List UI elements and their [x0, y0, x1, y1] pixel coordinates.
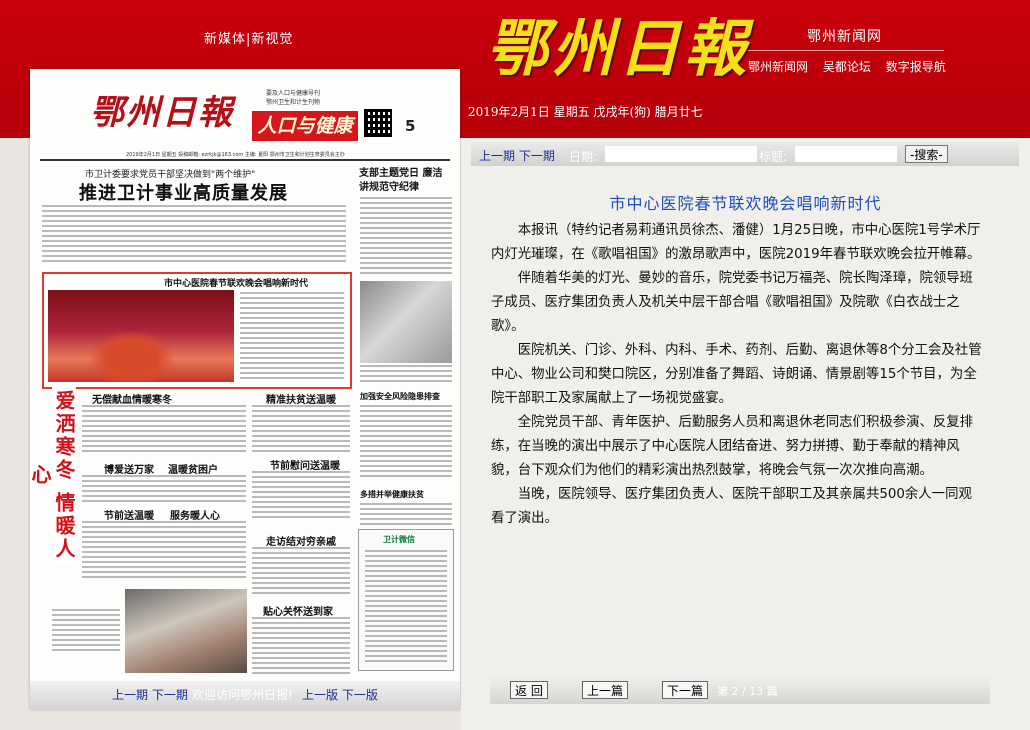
qr-code-icon: [364, 109, 392, 137]
subhead-boai[interactable]: 博爱送万家: [104, 461, 154, 476]
ad-text: [365, 550, 447, 662]
article-text-9[interactable]: [360, 405, 452, 477]
article-text-8[interactable]: [52, 609, 120, 653]
site-title[interactable]: 鄂州新闻网: [807, 26, 882, 46]
article-nav: 返 回 上一篇 下一篇 第 2 / 13 篇: [490, 678, 990, 704]
article-text-7[interactable]: [252, 617, 350, 675]
article-paragraph: 当晚，医院领导、医疗集团负责人、医院干部职工及其亲属共500余人一同观看了演出。: [491, 487, 972, 526]
article-paragraph: 本报讯（特约记者易莉通讯员徐杰、潘健）1月25日晚，市中心医院1号学术厅内灯光璀…: [491, 223, 981, 262]
article-text-6[interactable]: [252, 547, 350, 597]
article-text-2[interactable]: [252, 405, 350, 455]
feature-text: [240, 292, 344, 380]
date-label: 日期:: [569, 150, 598, 164]
wechat-ad-box[interactable]: 卫计微信: [358, 529, 454, 671]
article-text-4[interactable]: [252, 471, 350, 521]
prev-next-issue-top[interactable]: 上一期 下一期: [479, 147, 555, 164]
link-digital-nav[interactable]: 数字报导航: [886, 60, 946, 74]
bottom-photo[interactable]: [125, 589, 247, 673]
back-button[interactable]: 返 回: [510, 681, 548, 699]
vertical-band-title: 爱洒寒冬 情暖人心: [30, 387, 76, 563]
subhead-health-poverty[interactable]: 多措并举健康扶贫: [360, 489, 424, 500]
link-ezhou-news[interactable]: 鄂州新闻网: [748, 60, 808, 74]
subhead-blood-donation[interactable]: 无偿献血情暖寒冬: [92, 391, 172, 406]
article-panel: 上一期 下一期 日期: 标题: -搜索- 市中心医院春节联欢晚会唱响新时代 本报…: [461, 138, 1030, 730]
page-bar: 上一期 下一期 欢迎访问鄂州日报! 上一版 下一版: [30, 681, 460, 709]
article-paragraph: 医院机关、门诊、外科、内科、手术、药剂、后勤、离退休等8个分工会及社管中心、物业…: [491, 343, 982, 406]
date-input[interactable]: [605, 146, 757, 162]
page-number: 5: [405, 117, 416, 135]
newspaper-page-image[interactable]: 鄂州日報 要及人口与健康导刊 鄂州卫生和计生刊物 人口与健康 5 2019年2月…: [30, 69, 460, 681]
article-text-1[interactable]: [82, 405, 246, 455]
search-bar: 上一期 下一期 日期: 标题: -搜索-: [471, 142, 1019, 166]
ad-title: 卫计微信: [383, 535, 415, 544]
page-section-title: 人口与健康: [252, 111, 358, 141]
subhead-poverty-relief[interactable]: 精准扶贫送温暖: [266, 391, 336, 406]
page-small-text: 要及人口与健康导刊 鄂州卫生和计生刊物: [266, 90, 321, 106]
title-input[interactable]: [795, 146, 897, 162]
newspaper-page-frame: 鄂州日報 要及人口与健康导刊 鄂州卫生和计生刊物 人口与健康 5 2019年2月…: [30, 69, 460, 709]
article-body: 本报讯（特约记者易莉通讯员徐杰、潘健）1月25日晚，市中心医院1号学术厅内灯光璀…: [491, 219, 985, 531]
article-text-3[interactable]: [82, 475, 246, 505]
masthead-logo[interactable]: 鄂州日報: [486, 14, 750, 84]
article-paragraph: 全院党员干部、青年医护、后勤服务人员和离退休老同志们积极参演、反复排练，在当晚的…: [491, 415, 974, 478]
subhead-poor-households[interactable]: 温暖贫困户: [168, 461, 218, 476]
subhead-service[interactable]: 服务暖人心: [170, 507, 220, 522]
subhead-holiday-visit[interactable]: 节前慰问送温暖: [270, 457, 340, 472]
subhead-safety-check[interactable]: 加强安全风险隐患排查: [360, 391, 440, 402]
feature-caption: 市中心医院春节联欢晚会唱响新时代: [164, 279, 309, 289]
side-photo[interactable]: [360, 281, 452, 363]
article-text-10[interactable]: [360, 503, 452, 525]
side-photo-caption: [360, 365, 452, 383]
header-divider: [748, 50, 944, 51]
slogan: 新媒体|新视觉: [204, 32, 294, 47]
subhead-care-home[interactable]: 贴心关怀送到家: [263, 603, 333, 618]
welcome-note: 欢迎访问鄂州日报!: [192, 688, 293, 702]
prev-next-page-link[interactable]: 上一版 下一版: [302, 681, 378, 709]
feature-article-highlight[interactable]: 市中心医院春节联欢晚会唱响新时代: [42, 272, 352, 389]
link-wudu-forum[interactable]: 吴都论坛: [823, 60, 871, 74]
page-info-line: 2019年2月1日 星期五 投稿邮箱: ezrkjk@163.com 主编: 夏…: [126, 152, 345, 158]
side-headline[interactable]: 支部主题党日 廉洁讲规范守纪律: [359, 167, 451, 195]
subhead-visit-relatives[interactable]: 走访结对穷亲戚: [266, 533, 336, 548]
article-text-5[interactable]: [82, 521, 246, 581]
page-rule: [40, 159, 450, 161]
next-article-button[interactable]: 下一篇: [662, 681, 709, 699]
article-page-indicator: 第 2 / 13 篇: [717, 685, 778, 698]
prev-next-issue-link[interactable]: 上一期 下一期: [112, 681, 188, 709]
article-paragraph: 伴随着华美的灯光、曼妙的音乐，院党委书记万福尧、院长陶泽璋，院领导班子成员、医疗…: [491, 271, 974, 334]
lead-article-text[interactable]: [42, 205, 346, 265]
title-label: 标题:: [759, 150, 788, 164]
article-title: 市中心医院春节联欢晚会唱响新时代: [609, 194, 882, 213]
site-links: 鄂州新闻网 吴都论坛 数字报导航: [748, 58, 957, 75]
side-article-text[interactable]: [360, 197, 452, 277]
issue-date: 2019年2月1日 星期五 戊戌年(狗) 腊月廿七: [468, 105, 703, 119]
lead-headline[interactable]: 推进卫计事业高质量发展: [79, 179, 288, 205]
search-button[interactable]: -搜索-: [905, 145, 948, 163]
page-logo: 鄂州日報: [90, 93, 234, 133]
prev-article-button[interactable]: 上一篇: [582, 681, 629, 699]
subhead-holiday-warmth[interactable]: 节前送温暖: [104, 507, 154, 522]
feature-photo: [48, 290, 234, 382]
